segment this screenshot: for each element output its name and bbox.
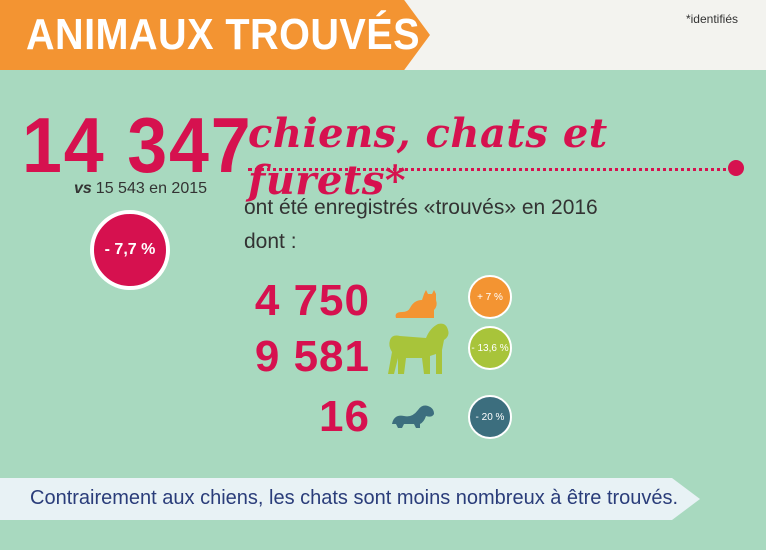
ferret-change-text: - 20 % [475,411,505,423]
dog-change-badge: - 13,6 % [468,326,512,370]
ferret-count: 16 [319,392,370,441]
dog-count: 9 581 [254,332,370,381]
dog-change-text: - 13,6 % [471,342,509,354]
description-line2: dont : [244,230,297,253]
cat-count: 4 750 [254,276,370,325]
total-change-badge: - 7,7 % [90,210,170,290]
divider-dot [728,160,744,176]
ferret-change-badge: - 20 % [468,395,512,439]
total-change-text: - 7,7 % [104,241,156,258]
dog-icon [386,320,454,383]
total-count: 14 347 [22,101,253,189]
species-label: chiens, chats et furets* [248,110,608,204]
footnote: *identifiés [685,12,738,26]
conclusion-text: Contrairement aux chiens, les chats sont… [30,487,679,509]
page-title: ANIMAUX TROUVÉS [26,10,420,59]
dotted-divider [248,168,734,171]
description-line1: ont été enregistrés «trouvés» en 2016 [244,196,598,219]
cat-change-badge: + 7 % [468,275,512,319]
vs-label: vs [74,180,92,197]
previous-count: 15 543 en 2015 [95,180,208,197]
ferret-icon [390,402,438,433]
cat-change-text: + 7 % [477,291,503,303]
comparison: vs 15 543 en 2015 [74,180,207,198]
